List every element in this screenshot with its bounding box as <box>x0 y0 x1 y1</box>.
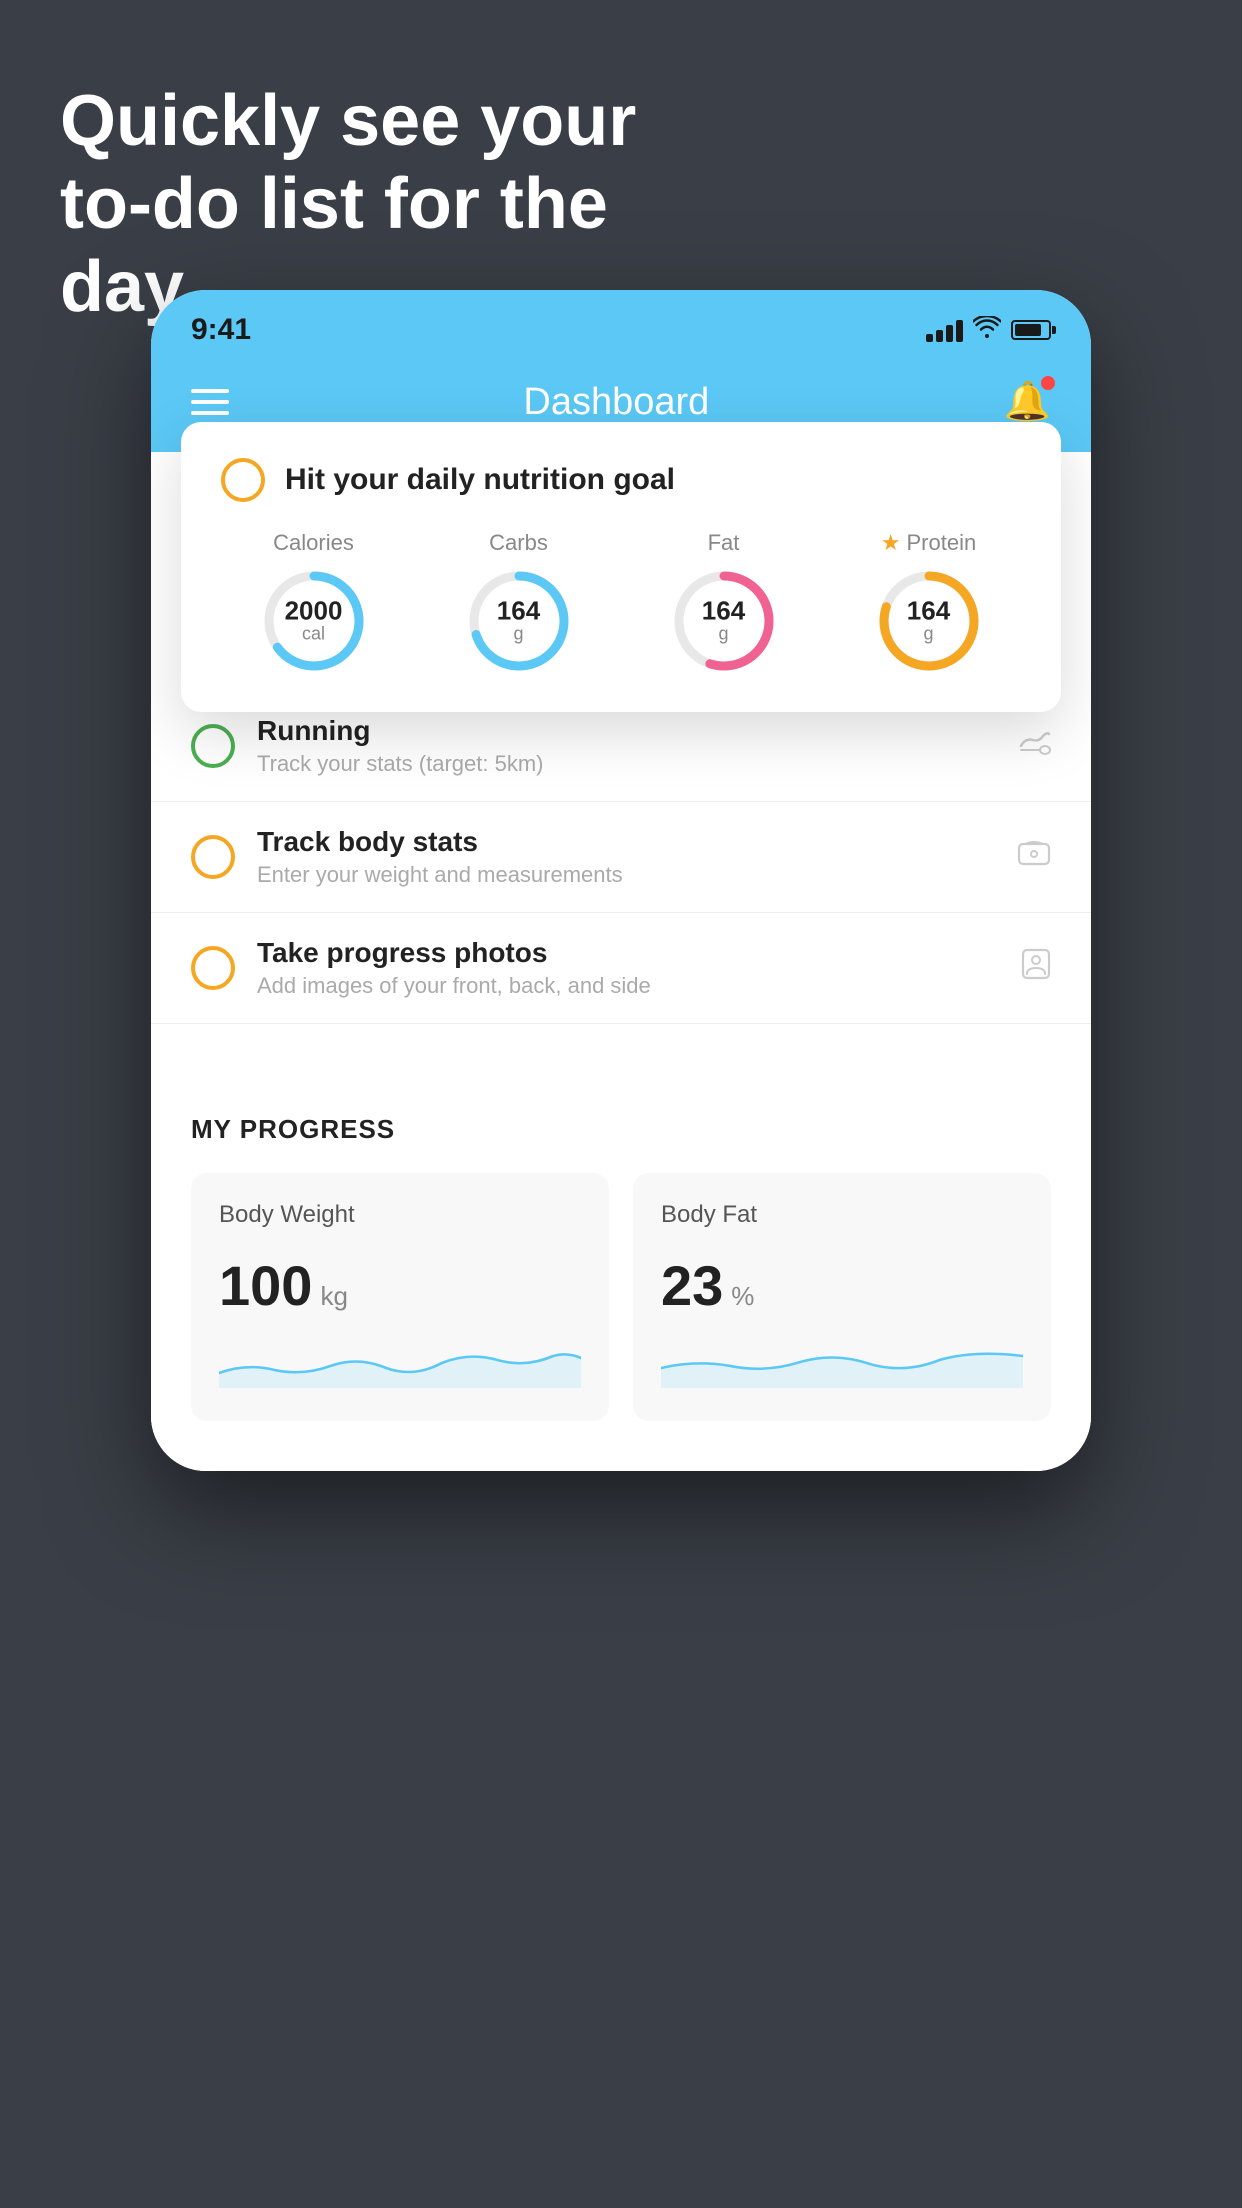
progress-section: MY PROGRESS Body Weight 100 kg <box>151 1074 1091 1471</box>
fat-ring: 164 g <box>669 566 779 676</box>
body-weight-chart <box>219 1338 581 1388</box>
calories-value: 2000 <box>285 598 343 624</box>
calories-item: Calories 2000 cal <box>259 530 369 676</box>
calories-unit: cal <box>285 624 343 645</box>
carbs-item: Carbs 164 g <box>464 530 574 676</box>
status-bar: 9:41 <box>151 290 1091 360</box>
signal-icon <box>926 318 963 342</box>
carbs-ring: 164 g <box>464 566 574 676</box>
body-weight-unit: kg <box>320 1281 347 1312</box>
body-fat-title: Body Fat <box>661 1201 1023 1229</box>
progress-cards: Body Weight 100 kg Body Fat <box>191 1173 1051 1421</box>
carbs-unit: g <box>497 624 540 645</box>
todo-text-body-stats: Track body stats Enter your weight and m… <box>257 826 995 888</box>
spacer <box>151 1024 1091 1074</box>
nav-title: Dashboard <box>523 381 709 424</box>
calories-label: Calories <box>273 530 354 556</box>
phone-device: 9:41 <box>151 290 1091 1471</box>
scale-icon <box>1017 838 1051 876</box>
person-icon <box>1021 948 1051 988</box>
progress-header: MY PROGRESS <box>191 1114 1051 1145</box>
todo-title-photos: Take progress photos <box>257 937 999 969</box>
notification-badge <box>1041 376 1055 390</box>
todo-text-photos: Take progress photos Add images of your … <box>257 937 999 999</box>
todo-subtitle-photos: Add images of your front, back, and side <box>257 973 999 999</box>
fat-label: Fat <box>708 530 740 556</box>
protein-label: ★ Protein <box>881 530 976 556</box>
protein-ring: 164 g <box>874 566 984 676</box>
calories-ring: 2000 cal <box>259 566 369 676</box>
menu-button[interactable] <box>191 389 229 415</box>
todo-subtitle-running: Track your stats (target: 5km) <box>257 751 997 777</box>
star-icon: ★ <box>881 530 901 556</box>
running-icon <box>1019 728 1051 764</box>
body-fat-chart <box>661 1338 1023 1388</box>
protein-item: ★ Protein 164 g <box>874 530 984 676</box>
wifi-icon <box>973 316 1001 345</box>
fat-unit: g <box>702 624 745 645</box>
card-header: Hit your daily nutrition goal <box>221 458 1021 502</box>
notification-button[interactable]: 🔔 <box>1004 380 1051 424</box>
phone-wrapper: 9:41 <box>151 290 1091 1471</box>
fat-item: Fat 164 g <box>669 530 779 676</box>
body-fat-value: 23 <box>661 1253 723 1318</box>
todo-item-photos[interactable]: Take progress photos Add images of your … <box>151 913 1091 1024</box>
todo-circle-running <box>191 724 235 768</box>
body-weight-card: Body Weight 100 kg <box>191 1173 609 1421</box>
todo-check-circle[interactable] <box>221 458 265 502</box>
todo-circle-body-stats <box>191 835 235 879</box>
carbs-label: Carbs <box>489 530 548 556</box>
todo-title-running: Running <box>257 715 997 747</box>
app-content: THINGS TO DO TODAY Hit your daily nutrit… <box>151 452 1091 1471</box>
body-fat-card: Body Fat 23 % <box>633 1173 1051 1421</box>
body-fat-unit: % <box>731 1281 754 1312</box>
todo-text-running: Running Track your stats (target: 5km) <box>257 715 997 777</box>
todo-items-area: Running Track your stats (target: 5km) <box>151 691 1091 1024</box>
body-fat-value-row: 23 % <box>661 1253 1023 1318</box>
protein-value: 164 <box>907 598 950 624</box>
battery-icon <box>1011 320 1051 340</box>
todo-circle-photos <box>191 946 235 990</box>
body-weight-title: Body Weight <box>219 1201 581 1229</box>
nutrition-card: Hit your daily nutrition goal Calories <box>181 422 1061 712</box>
todo-item-body-stats[interactable]: Track body stats Enter your weight and m… <box>151 802 1091 913</box>
protein-unit: g <box>907 624 950 645</box>
status-time: 9:41 <box>191 313 251 347</box>
body-weight-value: 100 <box>219 1253 312 1318</box>
todo-subtitle-body-stats: Enter your weight and measurements <box>257 862 995 888</box>
nutrition-card-title: Hit your daily nutrition goal <box>285 463 675 497</box>
nutrition-row: Calories 2000 cal <box>221 530 1021 676</box>
bottom-spacer <box>191 1421 1051 1451</box>
todo-title-body-stats: Track body stats <box>257 826 995 858</box>
status-icons <box>926 316 1051 345</box>
fat-value: 164 <box>702 598 745 624</box>
carbs-value: 164 <box>497 598 540 624</box>
body-weight-value-row: 100 kg <box>219 1253 581 1318</box>
